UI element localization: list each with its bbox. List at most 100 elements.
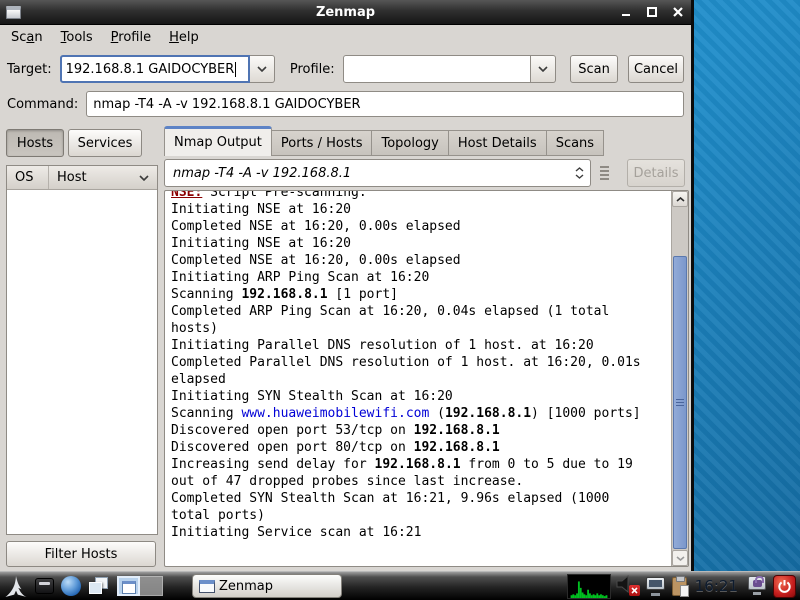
- output-line: Scanning www.huaweimobilewifi.com (192.1…: [171, 405, 671, 422]
- taskbar-window-button[interactable]: Zenmap: [192, 574, 342, 598]
- system-tray: 16:21: [567, 574, 796, 599]
- chevron-down-icon: [139, 175, 149, 181]
- web-browser-icon[interactable]: [61, 576, 81, 596]
- target-dropdown-button[interactable]: [250, 55, 275, 83]
- tab-nmap-output[interactable]: Nmap Output: [164, 126, 272, 156]
- scan-toolbar: Target: 192.168.8.1 GAIDOCYBER Profile: …: [0, 50, 691, 88]
- clipboard-icon[interactable]: [672, 577, 687, 596]
- display-icon[interactable]: [645, 576, 667, 597]
- taskbar: Zenmap: [0, 571, 800, 600]
- scan-history-combo[interactable]: nmap -T4 -A -v 192.168.8.1: [164, 159, 591, 187]
- output-line: elapsed: [171, 371, 671, 388]
- output-line: Completed ARP Ping Scan at 16:20, 0.04s …: [171, 303, 671, 320]
- tab-topology[interactable]: Topology: [372, 130, 448, 156]
- mute-badge-icon: [629, 585, 640, 596]
- output-line: hosts): [171, 320, 671, 337]
- cancel-button[interactable]: Cancel: [628, 55, 684, 83]
- maximize-icon: [647, 7, 657, 17]
- chevron-down-icon: [257, 66, 267, 72]
- filter-hosts-button[interactable]: Filter Hosts: [6, 541, 156, 567]
- show-windows-icon[interactable]: [88, 576, 110, 596]
- services-toggle-button[interactable]: Services: [68, 129, 142, 157]
- output-line: Completed Parallel DNS resolution of 1 h…: [171, 354, 671, 371]
- power-icon[interactable]: [773, 575, 796, 598]
- command-row: Command: nmap -T4 -A -v 192.168.8.1 GAID…: [0, 88, 691, 120]
- window-title: Zenmap: [0, 5, 691, 20]
- output-line: Initiating Parallel DNS resolution of 1 …: [171, 337, 671, 354]
- pager-desktop-1[interactable]: [117, 576, 140, 596]
- pager-desktop-2[interactable]: [140, 576, 163, 596]
- tab-scans[interactable]: Scans: [547, 130, 604, 156]
- minimize-button[interactable]: [619, 5, 633, 19]
- output-line: Initiating SYN Stealth Scan at 16:20: [171, 388, 671, 405]
- menu-tools[interactable]: Tools: [52, 27, 102, 48]
- menu-scan[interactable]: Scan: [2, 27, 52, 48]
- column-header-host[interactable]: Host: [49, 166, 157, 189]
- desktop-background: Zenmap Scan Tools Profile Help Target: [0, 0, 800, 600]
- nmap-output-area[interactable]: NSE: Script Pre-scanning.Initiating NSE …: [164, 190, 689, 567]
- output-toolbar: nmap -T4 -A -v 192.168.8.1 Details: [162, 156, 689, 190]
- chevron-down-icon: [538, 66, 548, 72]
- profile-dropdown-button[interactable]: [531, 55, 556, 83]
- nmap-output-text: NSE: Script Pre-scanning.Initiating NSE …: [165, 190, 671, 566]
- output-line: Initiating NSE at 16:20: [171, 235, 671, 252]
- profile-label: Profile:: [290, 62, 335, 77]
- scroll-down-button[interactable]: [672, 550, 688, 566]
- scroll-up-button[interactable]: [672, 191, 688, 207]
- output-line: Scanning 192.168.8.1 [1 port]: [171, 286, 671, 303]
- tab-ports-hosts[interactable]: Ports / Hosts: [272, 130, 373, 156]
- minimize-icon: [621, 7, 631, 17]
- lock-screen-icon[interactable]: [746, 575, 768, 597]
- tab-bar: Nmap Output Ports / Hosts Topology Host …: [162, 120, 689, 156]
- menu-profile[interactable]: Profile: [102, 27, 160, 48]
- output-scrollbar[interactable]: [671, 191, 688, 566]
- output-line: Completed NSE at 16:20, 0.00s elapsed: [171, 218, 671, 235]
- output-line: Completed NSE at 16:20, 0.00s elapsed: [171, 252, 671, 269]
- results-panel: Nmap Output Ports / Hosts Topology Host …: [162, 120, 689, 571]
- output-line: total ports): [171, 507, 671, 524]
- command-input[interactable]: nmap -T4 -A -v 192.168.8.1 GAIDOCYBER: [86, 91, 684, 117]
- details-button[interactable]: Details: [627, 159, 685, 187]
- target-label: Target:: [7, 62, 52, 77]
- profile-input[interactable]: [343, 55, 531, 83]
- titlebar[interactable]: Zenmap: [0, 0, 691, 25]
- menubar: Scan Tools Profile Help: [0, 25, 691, 50]
- file-manager-icon[interactable]: [35, 578, 54, 594]
- app-menu-icon[interactable]: [4, 576, 28, 597]
- zenmap-window: Zenmap Scan Tools Profile Help Target: [0, 0, 694, 571]
- profile-combo: [343, 55, 556, 83]
- combo-spinner-icon[interactable]: [575, 167, 588, 179]
- target-input[interactable]: 192.168.8.1 GAIDOCYBER: [60, 55, 250, 83]
- main-area: Hosts Services OS Host Filter Hosts: [0, 120, 691, 571]
- output-line: Initiating Service scan at 16:21: [171, 524, 671, 541]
- column-header-os[interactable]: OS: [7, 166, 49, 189]
- host-list-body[interactable]: [7, 190, 157, 534]
- output-line: Initiating ARP Ping Scan at 16:20: [171, 269, 671, 286]
- chevron-down-icon: [676, 556, 685, 561]
- output-line: Completed SYN Stealth Scan at 16:21, 9.9…: [171, 490, 671, 507]
- close-icon: [673, 7, 683, 17]
- system-monitor-graph[interactable]: [567, 574, 611, 599]
- toolbar-grip-icon: [600, 166, 609, 180]
- output-line: Discovered open port 80/tcp on 192.168.8…: [171, 439, 671, 456]
- zenmap-window-icon: [199, 580, 215, 593]
- scrollbar-thumb[interactable]: [673, 256, 687, 549]
- output-line: Discovered open port 53/tcp on 192.168.8…: [171, 422, 671, 439]
- menu-help[interactable]: Help: [160, 27, 208, 48]
- output-line: out of 47 dropped probes since last incr…: [171, 473, 671, 490]
- target-combo: 192.168.8.1 GAIDOCYBER: [60, 55, 275, 83]
- scan-button[interactable]: Scan: [570, 55, 618, 83]
- tab-host-details[interactable]: Host Details: [449, 130, 547, 156]
- close-button[interactable]: [671, 5, 685, 19]
- hosts-toggle-button[interactable]: Hosts: [6, 129, 64, 157]
- desktop-pager: [117, 576, 163, 596]
- output-line: Initiating NSE at 16:20: [171, 201, 671, 218]
- chevron-up-icon: [676, 197, 685, 202]
- hosts-panel: Hosts Services OS Host Filter Hosts: [0, 120, 160, 571]
- taskbar-clock[interactable]: 16:21: [692, 577, 741, 595]
- host-list: OS Host: [6, 165, 158, 535]
- output-line: NSE: Script Pre-scanning.: [171, 190, 671, 201]
- volume-muted-icon[interactable]: [616, 575, 640, 597]
- maximize-button[interactable]: [645, 5, 659, 19]
- text-caret: [235, 62, 236, 77]
